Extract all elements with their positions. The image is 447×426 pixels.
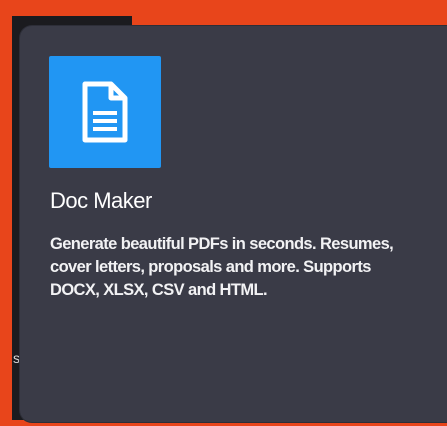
app-title: Doc Maker [50, 188, 152, 213]
app-description: Generate beautiful PDFs in seconds. Resu… [50, 235, 394, 299]
background-peek-text: s [13, 350, 20, 366]
app-card[interactable]: Doc Maker Generate beautiful PDFs in sec… [20, 26, 447, 422]
document-icon [49, 56, 161, 168]
screen-frame: s Doc Maker Generate beautiful PDFs in s… [0, 0, 447, 426]
